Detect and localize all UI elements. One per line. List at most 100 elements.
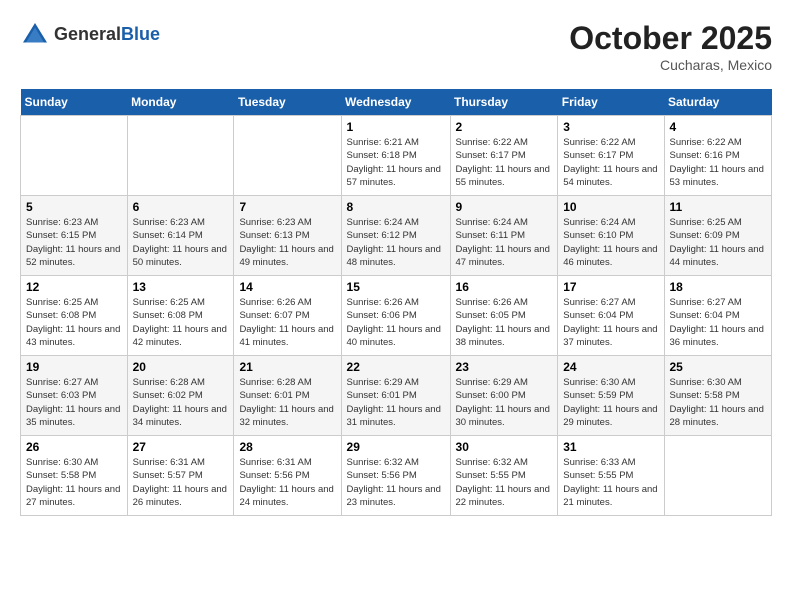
calendar-cell: 26Sunrise: 6:30 AMSunset: 5:58 PMDayligh… <box>21 436 128 516</box>
day-number: 2 <box>456 120 553 134</box>
calendar-cell: 1Sunrise: 6:21 AMSunset: 6:18 PMDaylight… <box>341 116 450 196</box>
day-number: 20 <box>133 360 229 374</box>
calendar-cell <box>234 116 341 196</box>
weekday-header-wednesday: Wednesday <box>341 89 450 116</box>
day-number: 7 <box>239 200 335 214</box>
calendar-cell: 10 Sunrise: 6:24 AMSunset: 6:10 PMDayligh… <box>558 196 664 276</box>
day-number: 23 <box>456 360 553 374</box>
day-number: 24 <box>563 360 658 374</box>
cell-info: Sunrise: 6:22 AMSunset: 6:17 PMDaylight:… <box>456 136 553 189</box>
cell-info: Sunrise: 6:27 AMSunset: 6:04 PMDaylight:… <box>670 296 767 349</box>
cell-info: Sunrise: 6:32 AMSunset: 5:55 PMDaylight:… <box>456 456 553 509</box>
day-number: 19 <box>26 360 122 374</box>
cell-info: Sunrise: 6:33 AMSunset: 5:55 PMDaylight:… <box>563 456 658 509</box>
cell-info: Sunrise: 6:22 AMSunset: 6:17 PMDaylight:… <box>563 136 658 189</box>
week-row-3: 12 Sunrise: 6:25 AMSunset: 6:08 PMDayligh… <box>21 276 772 356</box>
cell-info: Sunrise: 6:24 AMSunset: 6:11 PMDaylight:… <box>456 216 553 269</box>
day-number: 30 <box>456 440 553 454</box>
calendar-cell: 25Sunrise: 6:30 AMSunset: 5:58 PMDayligh… <box>664 356 772 436</box>
cell-info: Sunrise: 6:31 AMSunset: 5:57 PMDaylight:… <box>133 456 229 509</box>
day-number: 10 <box>563 200 658 214</box>
day-number: 22 <box>347 360 445 374</box>
cell-info: Sunrise: 6:26 AMSunset: 6:06 PMDaylight:… <box>347 296 445 349</box>
calendar-cell <box>664 436 772 516</box>
day-number: 3 <box>563 120 658 134</box>
calendar-cell: 16 Sunrise: 6:26 AMSunset: 6:05 PMDayligh… <box>450 276 558 356</box>
day-number: 9 <box>456 200 553 214</box>
day-number: 8 <box>347 200 445 214</box>
day-number: 4 <box>670 120 767 134</box>
calendar-cell: 6 Sunrise: 6:23 AMSunset: 6:14 PMDaylight… <box>127 196 234 276</box>
day-number: 21 <box>239 360 335 374</box>
cell-info: Sunrise: 6:21 AMSunset: 6:18 PMDaylight:… <box>347 136 445 189</box>
day-number: 13 <box>133 280 229 294</box>
logo-blue-text: Blue <box>121 24 160 44</box>
day-number: 6 <box>133 200 229 214</box>
calendar-cell: 9 Sunrise: 6:24 AMSunset: 6:11 PMDaylight… <box>450 196 558 276</box>
cell-info: Sunrise: 6:25 AMSunset: 6:08 PMDaylight:… <box>133 296 229 349</box>
calendar-cell: 27 Sunrise: 6:31 AMSunset: 5:57 PMDayligh… <box>127 436 234 516</box>
location: Cucharas, Mexico <box>569 57 772 73</box>
weekday-header-monday: Monday <box>127 89 234 116</box>
logo-icon <box>20 20 50 50</box>
day-number: 15 <box>347 280 445 294</box>
calendar-cell: 8 Sunrise: 6:24 AMSunset: 6:12 PMDaylight… <box>341 196 450 276</box>
day-number: 26 <box>26 440 122 454</box>
calendar-cell: 20Sunrise: 6:28 AMSunset: 6:02 PMDayligh… <box>127 356 234 436</box>
day-number: 14 <box>239 280 335 294</box>
calendar-cell: 14 Sunrise: 6:26 AMSunset: 6:07 PMDayligh… <box>234 276 341 356</box>
calendar-cell: 4Sunrise: 6:22 AMSunset: 6:16 PMDaylight… <box>664 116 772 196</box>
page-header: GeneralBlue October 2025 Cucharas, Mexic… <box>20 20 772 73</box>
cell-info: Sunrise: 6:25 AMSunset: 6:08 PMDaylight:… <box>26 296 122 349</box>
day-number: 12 <box>26 280 122 294</box>
calendar-cell: 21 Sunrise: 6:28 AMSunset: 6:01 PMDayligh… <box>234 356 341 436</box>
cell-info: Sunrise: 6:29 AMSunset: 6:00 PMDaylight:… <box>456 376 553 429</box>
calendar-cell: 7Sunrise: 6:23 AMSunset: 6:13 PMDaylight… <box>234 196 341 276</box>
cell-info: Sunrise: 6:26 AMSunset: 6:07 PMDaylight:… <box>239 296 335 349</box>
calendar-cell: 31 Sunrise: 6:33 AMSunset: 5:55 PMDayligh… <box>558 436 664 516</box>
cell-info: Sunrise: 6:32 AMSunset: 5:56 PMDaylight:… <box>347 456 445 509</box>
cell-info: Sunrise: 6:23 AMSunset: 6:14 PMDaylight:… <box>133 216 229 269</box>
day-number: 28 <box>239 440 335 454</box>
day-number: 11 <box>670 200 767 214</box>
calendar-cell: 29 Sunrise: 6:32 AMSunset: 5:56 PMDayligh… <box>341 436 450 516</box>
weekday-header-tuesday: Tuesday <box>234 89 341 116</box>
cell-info: Sunrise: 6:28 AMSunset: 6:01 PMDaylight:… <box>239 376 335 429</box>
calendar-cell <box>21 116 128 196</box>
day-number: 31 <box>563 440 658 454</box>
calendar-cell: 24 Sunrise: 6:30 AMSunset: 5:59 PMDayligh… <box>558 356 664 436</box>
cell-info: Sunrise: 6:24 AMSunset: 6:12 PMDaylight:… <box>347 216 445 269</box>
cell-info: Sunrise: 6:26 AMSunset: 6:05 PMDaylight:… <box>456 296 553 349</box>
day-number: 27 <box>133 440 229 454</box>
week-row-2: 5Sunrise: 6:23 AMSunset: 6:15 PMDaylight… <box>21 196 772 276</box>
weekday-header-thursday: Thursday <box>450 89 558 116</box>
calendar-cell: 5Sunrise: 6:23 AMSunset: 6:15 PMDaylight… <box>21 196 128 276</box>
weekday-header-sunday: Sunday <box>21 89 128 116</box>
calendar-cell: 3 Sunrise: 6:22 AMSunset: 6:17 PMDaylight… <box>558 116 664 196</box>
cell-info: Sunrise: 6:25 AMSunset: 6:09 PMDaylight:… <box>670 216 767 269</box>
weekday-header-saturday: Saturday <box>664 89 772 116</box>
logo-text: GeneralBlue <box>54 24 160 46</box>
logo: GeneralBlue <box>20 20 160 50</box>
calendar-cell: 18Sunrise: 6:27 AMSunset: 6:04 PMDayligh… <box>664 276 772 356</box>
cell-info: Sunrise: 6:23 AMSunset: 6:15 PMDaylight:… <box>26 216 122 269</box>
weekday-header-friday: Friday <box>558 89 664 116</box>
cell-info: Sunrise: 6:27 AMSunset: 6:04 PMDaylight:… <box>563 296 658 349</box>
calendar-cell: 19 Sunrise: 6:27 AMSunset: 6:03 PMDayligh… <box>21 356 128 436</box>
calendar-cell: 28Sunrise: 6:31 AMSunset: 5:56 PMDayligh… <box>234 436 341 516</box>
calendar-cell: 12 Sunrise: 6:25 AMSunset: 6:08 PMDayligh… <box>21 276 128 356</box>
day-number: 16 <box>456 280 553 294</box>
cell-info: Sunrise: 6:27 AMSunset: 6:03 PMDaylight:… <box>26 376 122 429</box>
calendar-cell: 30 Sunrise: 6:32 AMSunset: 5:55 PMDayligh… <box>450 436 558 516</box>
day-number: 29 <box>347 440 445 454</box>
cell-info: Sunrise: 6:30 AMSunset: 5:59 PMDaylight:… <box>563 376 658 429</box>
cell-info: Sunrise: 6:24 AMSunset: 6:10 PMDaylight:… <box>563 216 658 269</box>
month-year: October 2025 <box>569 20 772 57</box>
weekday-header-row: SundayMondayTuesdayWednesdayThursdayFrid… <box>21 89 772 116</box>
calendar-cell: 23 Sunrise: 6:29 AMSunset: 6:00 PMDayligh… <box>450 356 558 436</box>
calendar-cell <box>127 116 234 196</box>
calendar-cell: 22Sunrise: 6:29 AMSunset: 6:01 PMDayligh… <box>341 356 450 436</box>
calendar-table: SundayMondayTuesdayWednesdayThursdayFrid… <box>20 89 772 516</box>
cell-info: Sunrise: 6:30 AMSunset: 5:58 PMDaylight:… <box>670 376 767 429</box>
calendar-cell: 13 Sunrise: 6:25 AMSunset: 6:08 PMDayligh… <box>127 276 234 356</box>
